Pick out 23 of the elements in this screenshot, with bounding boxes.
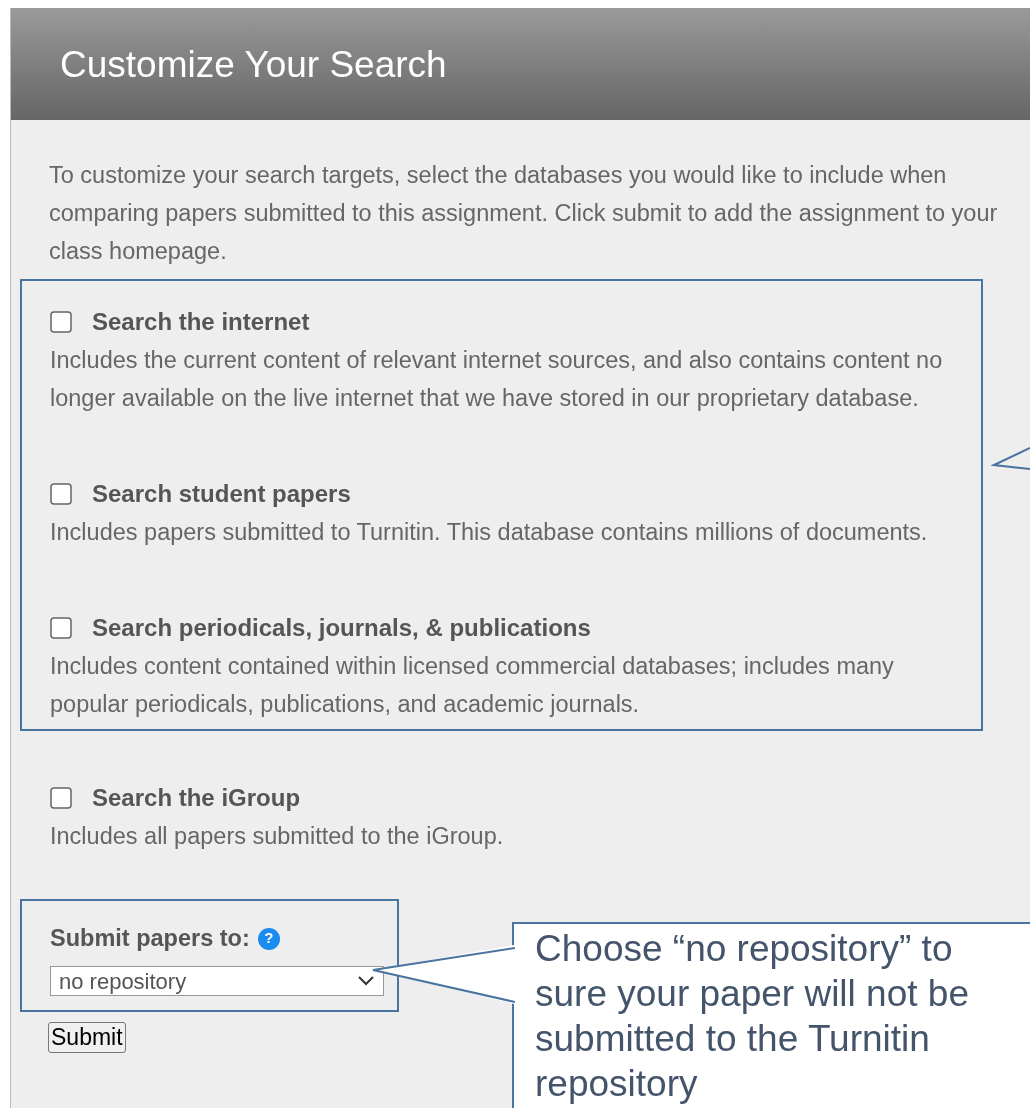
option-description: Includes all papers submitted to the iGroup. [50,822,505,851]
option-title: Search periodicals, journals, & publications [92,613,591,643]
option-title: Search the iGroup [92,783,301,813]
callout-pointer [991,447,1030,471]
option-description: Includes content contained within licensed commercial databases; includes many popular periodicals, publications, and academic journals. [50,652,895,719]
option-title: Search the internet [92,307,310,337]
callout-text: repository [535,1062,699,1106]
checkbox[interactable] [50,483,72,505]
submit-button[interactable]: Submit [48,1022,126,1054]
field-label: Submit papers to: [50,924,250,953]
chevron-icon [357,975,375,988]
checkbox[interactable] [50,617,72,639]
callout-text: submitted to the Turnitin [535,1017,931,1061]
checkbox[interactable] [50,311,72,333]
page-title: Customize Your Search [60,45,447,83]
option-description: Includes papers submitted to Turnitin. This database contains millions of documents. [50,518,929,547]
checkbox[interactable] [50,787,72,809]
repository-dropdown[interactable]: no repository [50,966,384,997]
callout-text: sure your paper will not be [535,972,970,1016]
option-title: Search student papers [92,479,351,509]
callout-text: Choose “no repository” to [535,927,954,971]
option-description: Includes the current content of relevant internet sources, and also contains content no longer available on the live internet that we have stored in our proprietary database. [50,346,944,413]
intro-text: To customize your search targets, select the databases you would like to include when comparing papers submitted to this assignment. Click submit to add the assignment to your class homepage. [48,161,999,266]
